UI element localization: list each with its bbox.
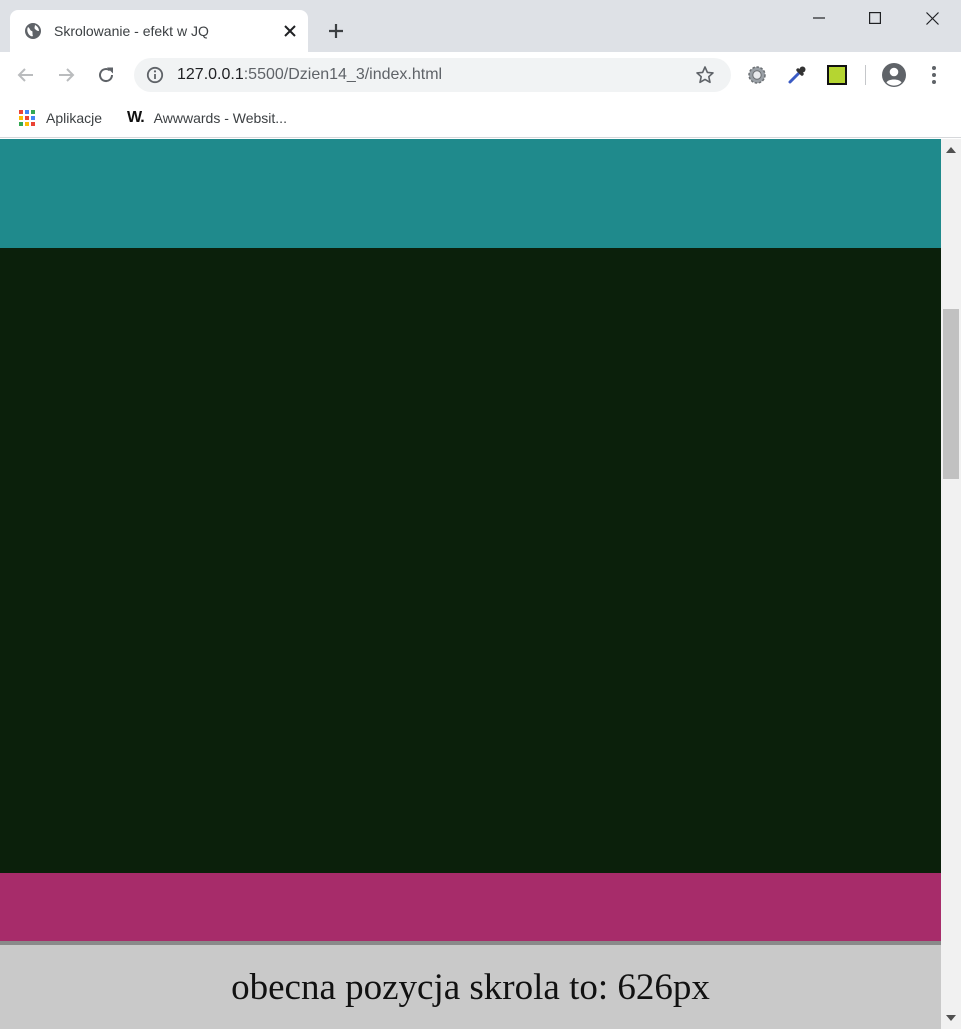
- bookmark-star-icon[interactable]: [695, 65, 715, 85]
- globe-icon: [24, 22, 42, 40]
- teal-section: [0, 139, 941, 248]
- dark-section: [0, 248, 941, 873]
- scroll-down-arrow-icon[interactable]: [941, 1007, 961, 1029]
- vertical-scrollbar[interactable]: [941, 139, 961, 1029]
- url-path: :5500/Dzien14_3/index.html: [243, 66, 443, 83]
- toolbar-separator: [865, 65, 866, 85]
- profile-avatar-icon[interactable]: [880, 61, 908, 89]
- scroll-position-text: obecna pozycja skrola to: 626px: [231, 966, 710, 1008]
- page-viewport: obecna pozycja skrola to: 626px: [0, 139, 941, 1029]
- bookmarks-bar: Aplikacje W. Awwwards - Websit...: [0, 98, 961, 138]
- new-tab-icon[interactable]: [324, 19, 348, 43]
- reload-icon[interactable]: [92, 61, 120, 89]
- info-icon[interactable]: [146, 66, 164, 84]
- scrollbar-thumb[interactable]: [943, 309, 959, 479]
- minimize-window-icon[interactable]: [790, 0, 848, 36]
- browser-toolbar: 127.0.0.1:5500/Dzien14_3/index.html: [0, 52, 961, 98]
- awwwards-logo: W.: [127, 109, 145, 126]
- bookmark-apps-label: Aplikacje: [46, 110, 103, 126]
- eyedropper-extension-icon[interactable]: [783, 61, 811, 89]
- close-tab-icon[interactable]: [280, 21, 300, 41]
- gear-extension-icon[interactable]: [743, 61, 771, 89]
- close-window-icon[interactable]: [903, 0, 961, 36]
- bookmark-apps[interactable]: Aplikacje: [18, 107, 102, 129]
- scroll-up-arrow-icon[interactable]: [941, 139, 961, 161]
- maximize-window-icon[interactable]: [846, 0, 904, 36]
- bookmark-awwwards[interactable]: W. Awwwards - Websit...: [127, 107, 287, 129]
- apps-grid-icon: [18, 109, 36, 127]
- address-url[interactable]: 127.0.0.1:5500/Dzien14_3/index.html: [177, 66, 442, 84]
- m-extension-icon[interactable]: [823, 61, 851, 89]
- tab-strip: Skrolowanie - efekt w JQ: [0, 0, 961, 52]
- back-arrow-icon[interactable]: [12, 61, 40, 89]
- address-bar[interactable]: 127.0.0.1:5500/Dzien14_3/index.html: [134, 58, 731, 92]
- url-host: 127.0.0.1: [177, 66, 244, 83]
- forward-arrow-icon[interactable]: [52, 61, 80, 89]
- scroll-position-bar: obecna pozycja skrola to: 626px: [0, 941, 941, 1029]
- pink-section: [0, 873, 941, 941]
- kebab-menu-icon[interactable]: [920, 61, 948, 89]
- tab-title: Skrolowanie - efekt w JQ: [54, 23, 209, 39]
- browser-tab[interactable]: Skrolowanie - efekt w JQ: [10, 10, 308, 52]
- bookmark-awwwards-label: Awwwards - Websit...: [153, 110, 287, 126]
